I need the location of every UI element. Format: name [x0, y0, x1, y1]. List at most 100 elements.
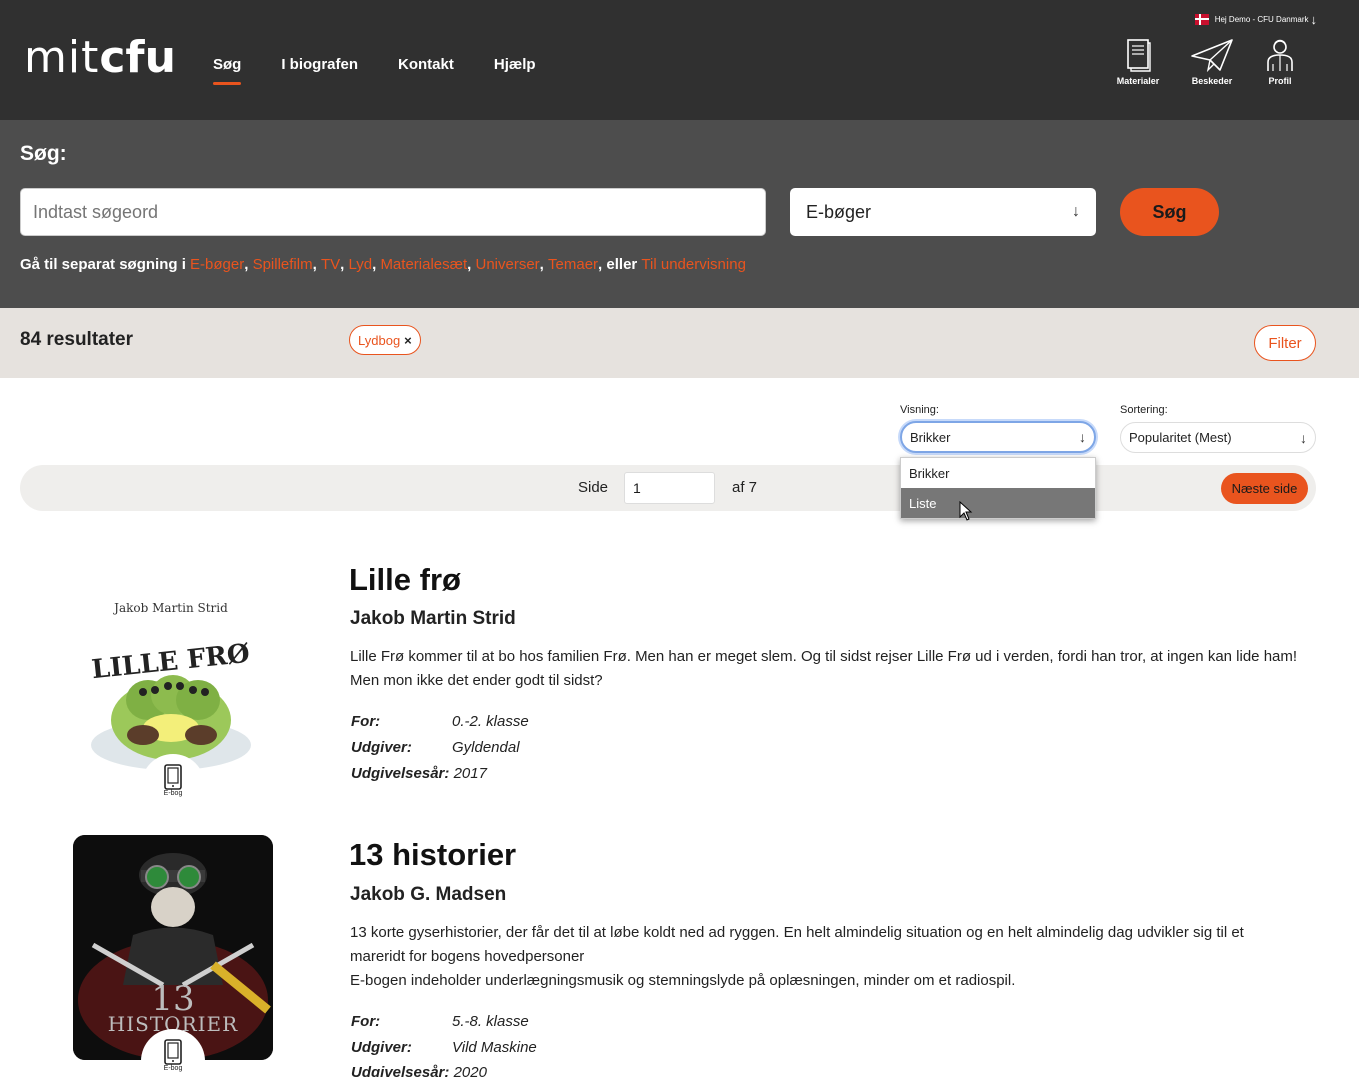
results-bar: 84 resultater Lydbog × Filter	[0, 308, 1359, 378]
mitcfu-logo[interactable]: mit cfu	[24, 32, 176, 83]
user-greeting: Hej Demo - CFU Danmark	[1214, 15, 1309, 24]
profile-button[interactable]: Profil	[1255, 38, 1305, 86]
meta-value: Vild Maskine	[452, 1039, 537, 1056]
tablet-icon	[164, 1039, 182, 1065]
meta-label: Udgivelsesår:	[351, 765, 450, 782]
page-number-input[interactable]: 1	[624, 472, 715, 504]
meta-publisher: Udgiver: Gyldendal	[351, 739, 520, 756]
book-cover-13-historier[interactable]: 13 HISTORIER	[73, 835, 273, 1060]
view-value: Brikker	[910, 429, 951, 445]
arrow-down-icon: ↓	[1079, 429, 1086, 445]
result-title[interactable]: Lille frø	[349, 562, 461, 598]
material-type-value: E-bøger	[806, 201, 872, 222]
nav-item-search[interactable]: Søg	[213, 56, 242, 85]
paper-plane-icon	[1191, 39, 1233, 72]
badge-label: E-bog	[163, 790, 183, 797]
link-tv[interactable]: TV	[321, 256, 340, 273]
nav-item-contact[interactable]: Kontakt	[398, 56, 454, 73]
result-author: Jakob G. Madsen	[350, 884, 507, 905]
search-panel: Søg: E-bøger ↓ Søg Gå til separat søgnin…	[0, 120, 1359, 308]
search-button[interactable]: Søg	[1120, 188, 1219, 236]
arrow-down-icon: ↓	[1072, 203, 1080, 220]
sort-select[interactable]: Popularitet (Mest) ↓	[1120, 422, 1316, 453]
separate-or: eller	[606, 256, 638, 273]
description-line: E-bogen indeholder underlægningsmusik og…	[350, 972, 1016, 989]
meta-for: For: 5.-8. klasse	[351, 1013, 529, 1030]
meta-for: For: 0.-2. klasse	[351, 713, 529, 730]
meta-value: 5.-8. klasse	[452, 1013, 529, 1030]
separate-prefix: Gå til separat søgning i	[20, 256, 186, 273]
arrow-down-icon: ↓	[1300, 429, 1307, 446]
tablet-icon	[164, 764, 182, 790]
meta-value: Gyldendal	[452, 739, 520, 756]
link-teaching[interactable]: Til undervisning	[641, 256, 746, 273]
page-label: Side	[578, 479, 609, 496]
ebook-badge: E-bog	[141, 754, 205, 818]
mouse-cursor-icon	[959, 501, 973, 521]
meta-publisher: Udgiver: Vild Maskine	[351, 1039, 537, 1056]
user-menu[interactable]: Hej Demo - CFU Danmark ↓	[1194, 12, 1318, 27]
filter-button[interactable]: Filter	[1254, 325, 1316, 361]
filter-chip-audiobook[interactable]: Lydbog ×	[349, 325, 421, 355]
material-type-select[interactable]: E-bøger ↓	[790, 188, 1096, 236]
search-title: Søg:	[20, 142, 67, 165]
nav-item-cinema[interactable]: I biografen	[281, 56, 358, 73]
logo-cfu-text: cfu	[99, 32, 176, 83]
chip-label: Lydbog	[358, 332, 401, 348]
pagination-bar: Side 1 af 7 Næste side	[20, 465, 1316, 511]
link-audio[interactable]: Lyd	[348, 256, 372, 273]
meta-label: For:	[351, 713, 381, 730]
sort-label: Sortering:	[1120, 404, 1168, 416]
meta-year: Udgivelsesår: 2017	[351, 765, 487, 782]
meta-value: 2020	[453, 1064, 487, 1077]
meta-value: 2017	[453, 765, 487, 782]
link-themes[interactable]: Temaer	[548, 256, 598, 273]
badge-label: E-bog	[163, 1065, 183, 1072]
arrow-down-icon: ↓	[1310, 12, 1318, 27]
meta-label: Udgivelsesår:	[351, 1064, 450, 1077]
cover-art: 13 HISTORIER	[73, 835, 273, 1060]
person-icon	[1267, 39, 1293, 71]
view-label: Visning:	[900, 404, 939, 416]
book-icon	[1127, 39, 1151, 72]
cover-art: Jakob Martin Strid LILLE FRØ	[90, 601, 251, 770]
main-nav: Søg I biografen Kontakt Hjælp	[213, 56, 576, 85]
nav-item-help[interactable]: Hjælp	[494, 56, 536, 73]
result-author: Jakob Martin Strid	[350, 608, 516, 629]
result-description: Lille Frø kommer til at bo hos familien …	[350, 648, 1298, 689]
profile-label: Profil	[1268, 76, 1292, 86]
description-line: 13 korte gyserhistorier, der får det til…	[350, 924, 1244, 965]
page-total: af 7	[732, 479, 758, 496]
sort-value: Popularitet (Mest)	[1129, 430, 1232, 445]
search-input[interactable]	[20, 188, 766, 236]
book-cover-lille-fro[interactable]: Jakob Martin Strid LILLE FRØ	[73, 560, 273, 785]
next-page-button[interactable]: Næste side	[1221, 473, 1308, 504]
meta-label: Udgiver:	[351, 739, 412, 756]
link-material-sets[interactable]: Materialesæt	[380, 256, 467, 273]
close-icon[interactable]: ×	[404, 333, 412, 348]
materials-button[interactable]: Materialer	[1113, 38, 1163, 86]
messages-button[interactable]: Beskeder	[1187, 38, 1237, 86]
meta-label: For:	[351, 1013, 381, 1030]
header-icon-bar: Materialer Beskeder Profil	[1113, 38, 1305, 86]
materials-label: Materialer	[1116, 76, 1160, 86]
result-title[interactable]: 13 historier	[349, 837, 516, 873]
meta-year: Udgivelsesår: 2020	[351, 1064, 487, 1077]
meta-value: 0.-2. klasse	[452, 713, 529, 730]
cover-author-text: Jakob Martin Strid	[112, 601, 228, 615]
view-option-tiles[interactable]: Brikker	[901, 458, 1095, 488]
link-movies[interactable]: Spillefilm	[253, 256, 313, 273]
link-universes[interactable]: Universer	[475, 256, 539, 273]
messages-label: Beskeder	[1191, 76, 1233, 86]
danish-flag-icon	[1194, 14, 1209, 25]
separate-search-links: Gå til separat søgning i E-bøger, Spille…	[20, 256, 746, 273]
view-option-list[interactable]: Liste	[901, 488, 1095, 518]
logo-mit-text: mit	[24, 32, 100, 83]
view-select[interactable]: Brikker ↓	[900, 421, 1096, 453]
view-dropdown-menu: Brikker Liste	[900, 457, 1096, 519]
meta-label: Udgiver:	[351, 1039, 412, 1056]
top-header: mit cfu Søg I biografen Kontakt Hjælp Hej…	[0, 0, 1359, 120]
results-count: 84 resultater	[20, 329, 134, 350]
link-ebooks[interactable]: E-bøger	[190, 256, 244, 273]
result-description: 13 korte gyserhistorier, der får det til…	[350, 921, 1300, 993]
